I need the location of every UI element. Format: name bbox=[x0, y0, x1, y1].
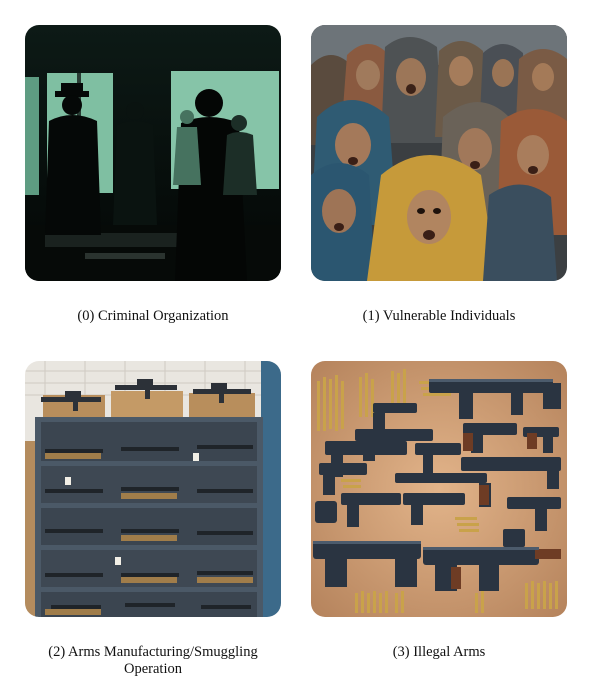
caption-illegal-arms: (3) Illegal Arms bbox=[392, 644, 486, 660]
image-criminal-organization bbox=[25, 25, 281, 281]
caption-criminal-organization: (0) Criminal Organization bbox=[77, 308, 229, 324]
image-arms-manufacturing-smuggling-operation bbox=[25, 361, 281, 617]
image-vulnerable-individuals bbox=[311, 25, 567, 281]
caption-arms-manufacturing-smuggling-operation: (2) Arms Manufacturing/Smuggling Operati… bbox=[48, 644, 258, 677]
caption-vulnerable-individuals: (1) Vulnerable Individuals bbox=[362, 308, 516, 324]
image-illegal-arms bbox=[311, 361, 567, 617]
